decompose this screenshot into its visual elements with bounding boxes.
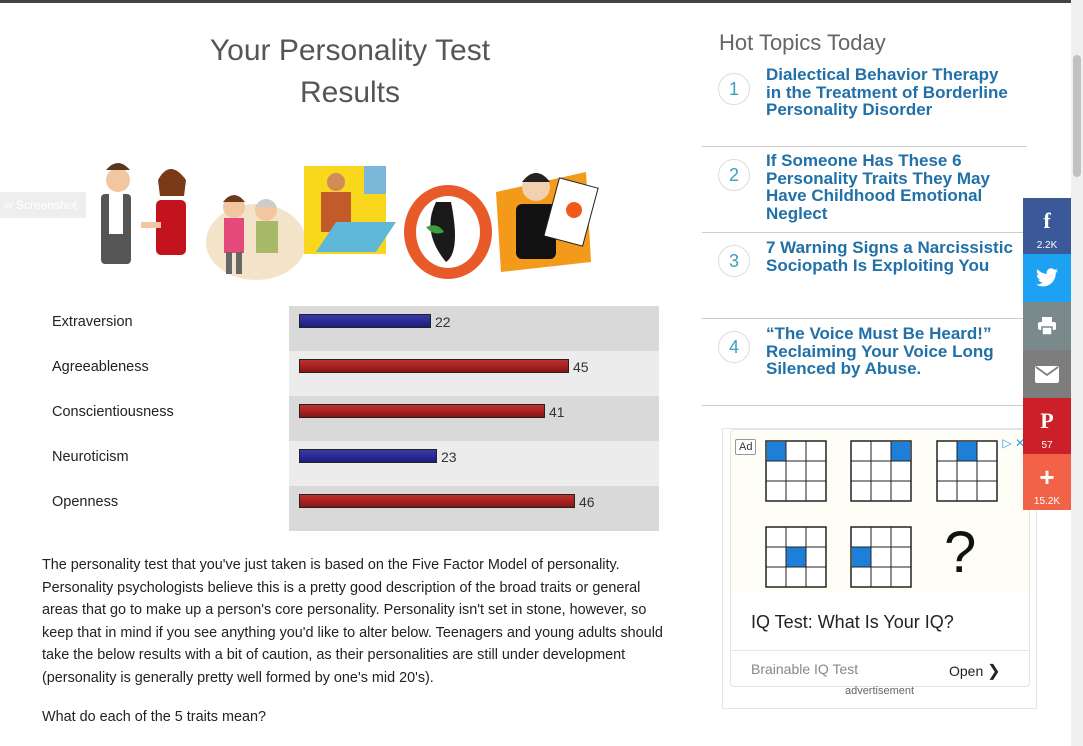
page-title-line1: Your Personality Test	[209, 34, 491, 67]
hot-topic-link[interactable]: Dialectical Behavior Therapy in the Trea…	[766, 66, 1016, 119]
trait-label: Openness	[52, 494, 119, 510]
trait-value: 22	[435, 314, 451, 330]
ad-open-button[interactable]: Open ❯	[949, 661, 1001, 681]
trait-bar	[299, 449, 437, 463]
hot-topic-number: 1	[718, 73, 750, 105]
trait-label: Neuroticism	[52, 449, 129, 465]
trait-row: Neuroticism 23	[42, 441, 659, 486]
hot-topic-number: 3	[718, 245, 750, 277]
trait-row: Agreeableness 45	[42, 351, 659, 396]
ad-divider	[731, 650, 1029, 651]
trait-value: 46	[579, 494, 595, 510]
trait-row-background	[289, 396, 659, 441]
advertisement-label: advertisement	[844, 685, 915, 697]
hot-topic-item-2[interactable]: 2 If Someone Has These 6 Personality Tra…	[702, 147, 1027, 233]
trait-label: Agreeableness	[52, 359, 149, 375]
trait-value: 45	[573, 359, 589, 375]
ad-image[interactable]: ?	[731, 430, 1029, 593]
ad-headline[interactable]: IQ Test: What Is Your IQ?	[751, 612, 954, 633]
scientist-figure	[304, 166, 396, 254]
more-share-button[interactable]: + 15.2K	[1023, 454, 1071, 510]
ad-badge: Ad	[735, 439, 757, 455]
trait-label: Extraversion	[52, 314, 133, 330]
artist-figure	[496, 172, 599, 272]
pinterest-share-button[interactable]: P 57	[1023, 398, 1071, 454]
trait-row: Openness 46	[42, 486, 659, 531]
email-share-button[interactable]	[1023, 350, 1071, 398]
trait-value: 23	[441, 449, 457, 465]
more-share-count: 15.2K	[1033, 496, 1061, 507]
chevron-right-icon: ❯	[987, 663, 1001, 680]
trait-row: Conscientiousness 41	[42, 396, 659, 441]
ad-open-label: Open	[949, 663, 984, 679]
trait-row-background	[289, 306, 659, 351]
facebook-share-button[interactable]: f 2.2K	[1023, 198, 1071, 254]
hot-topic-item-3[interactable]: 3 7 Warning Signs a Narcissistic Sociopa…	[702, 233, 1027, 319]
hot-topic-item-1[interactable]: 1 Dialectical Behavior Therapy in the Tr…	[702, 60, 1027, 147]
ad-card[interactable]: ? Ad ▷ ✕ IQ Test: What Is Your IQ? Brain…	[730, 429, 1030, 687]
print-share-button[interactable]	[1023, 302, 1071, 350]
face-profile	[404, 185, 492, 279]
trait-value: 41	[549, 404, 565, 420]
ad-choices-icon[interactable]: ▷ ✕	[1002, 436, 1025, 450]
pinterest-icon: P	[1040, 408, 1054, 433]
twitter-share-button[interactable]	[1023, 254, 1071, 302]
trait-results-chart: Extraversion 22 Agreeableness 45 Conscie…	[42, 306, 659, 531]
facebook-count: 2.2K	[1036, 240, 1058, 251]
pinterest-count: 57	[1041, 440, 1053, 451]
elderly-couple-figures	[206, 195, 306, 280]
trait-bar	[299, 359, 569, 373]
couple-figures	[101, 163, 186, 264]
article-question: What do each of the 5 traits mean?	[42, 709, 266, 725]
plus-icon: +	[1039, 462, 1055, 492]
scrollbar-thumb[interactable]	[1073, 55, 1081, 177]
hot-topic-link[interactable]: If Someone Has These 6 Personality Trait…	[766, 152, 1016, 222]
printer-icon	[1038, 317, 1056, 336]
hot-topic-number: 2	[718, 159, 750, 191]
trait-bar	[299, 494, 575, 508]
screenshot-button[interactable]: w Screenshot	[0, 192, 86, 218]
iq-puzzle-graphic	[765, 440, 998, 588]
advertisement-box: ? Ad ▷ ✕ IQ Test: What Is Your IQ? Brain…	[722, 428, 1037, 709]
page-title-line2: Results	[299, 76, 401, 109]
question-mark: ?	[944, 520, 977, 585]
twitter-icon	[1036, 268, 1058, 287]
top-border	[0, 0, 1083, 3]
hot-topics-heading: Hot Topics Today	[719, 30, 886, 55]
hot-topic-number: 4	[718, 331, 750, 363]
facebook-icon: f	[1043, 208, 1051, 233]
trait-row-background	[289, 486, 659, 531]
hot-topic-item-4[interactable]: 4 “The Voice Must Be Heard!” Reclaiming …	[702, 319, 1027, 406]
hot-topic-link[interactable]: 7 Warning Signs a Narcissistic Sociopath…	[766, 239, 1016, 274]
hot-topic-link[interactable]: “The Voice Must Be Heard!” Reclaiming Yo…	[766, 325, 1016, 378]
trait-row-background	[289, 351, 659, 396]
ad-sponsor: Brainable IQ Test	[751, 661, 859, 677]
article-paragraph: The personality test that you've just ta…	[42, 557, 663, 686]
trait-row: Extraversion 22	[42, 306, 659, 351]
trait-bar	[299, 404, 545, 418]
trait-label: Conscientiousness	[52, 404, 174, 420]
page-scrollbar[interactable]	[1071, 0, 1083, 746]
trait-bar	[299, 314, 431, 328]
envelope-icon	[1035, 366, 1059, 383]
personality-clipart-image	[101, 163, 599, 280]
page-title: Your Personality Test Results	[150, 30, 550, 114]
trait-row-background	[289, 441, 659, 486]
